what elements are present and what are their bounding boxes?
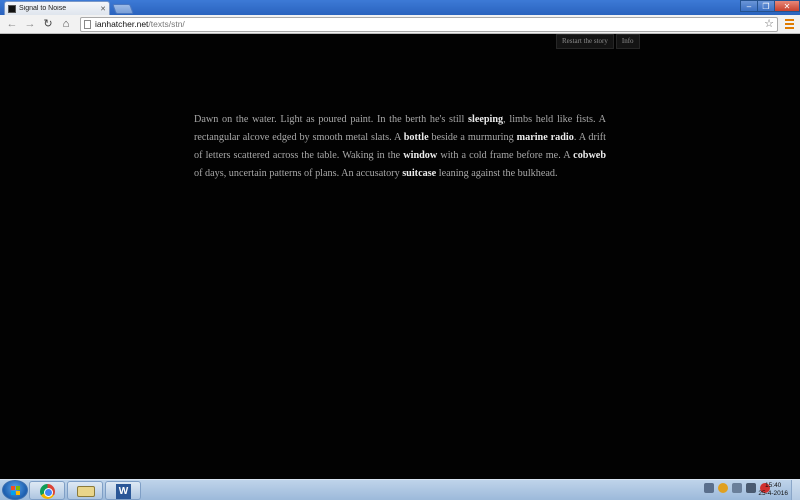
story-text-segment: of days, uncertain patterns of plans. An… (194, 168, 403, 179)
window-controls: – ❐ ✕ (740, 0, 800, 12)
url-host: ianhatcher.net (95, 19, 149, 29)
new-tab-button[interactable] (112, 4, 134, 14)
reload-icon[interactable]: ↻ (40, 16, 56, 32)
tray-update-icon[interactable] (718, 483, 728, 493)
story-controls: Restart the story Info (556, 34, 642, 49)
restart-story-button[interactable]: Restart the story (556, 34, 614, 49)
tab-close-icon[interactable]: ✕ (100, 5, 106, 13)
browser-toolbar: ← → ↻ ⌂ ianhatcher.net/texts/stn/ ☆ (0, 15, 800, 34)
tray-action-center-icon[interactable] (732, 483, 742, 493)
chrome-icon (40, 484, 55, 499)
keyword-bottle[interactable]: bottle (404, 132, 429, 143)
clock-time: 15:40 (765, 482, 782, 489)
keyword-suitcase[interactable]: suitcase (402, 168, 436, 179)
site-favicon-icon (8, 4, 16, 13)
story-text-segment: leaning against the bulkhead. (436, 168, 558, 179)
info-button[interactable]: Info (615, 34, 640, 49)
story-text-segment: beside a murmuring (428, 132, 517, 143)
keyword-marine-radio[interactable]: marine radio (517, 132, 574, 143)
url-text[interactable]: ianhatcher.net/texts/stn/ (95, 19, 764, 29)
page-icon (84, 19, 91, 29)
minimize-icon[interactable]: – (740, 0, 758, 12)
tray-shield-icon[interactable] (704, 483, 714, 493)
close-window-icon[interactable]: ✕ (774, 0, 800, 12)
home-icon[interactable]: ⌂ (58, 16, 74, 32)
taskbar-explorer-button[interactable] (67, 481, 103, 500)
word-icon: W (116, 484, 131, 499)
page-content: Restart the story Info Dawn on the water… (0, 34, 800, 479)
url-path: /texts/stn/ (148, 19, 185, 29)
taskbar: W 15:40 25-4-2016 (0, 479, 800, 500)
back-icon[interactable]: ← (4, 16, 20, 32)
address-bar[interactable]: ianhatcher.net/texts/stn/ ☆ (80, 16, 778, 32)
maximize-icon[interactable]: ❐ (757, 0, 775, 12)
taskbar-word-button[interactable]: W (105, 481, 141, 500)
chrome-menu-icon[interactable] (782, 17, 796, 31)
taskbar-clock[interactable]: 15:40 25-4-2016 (758, 482, 788, 498)
keyword-sleeping[interactable]: sleeping (468, 114, 503, 125)
forward-icon[interactable]: → (22, 16, 38, 32)
tab-title: Signal to Noise (19, 5, 67, 12)
story-passage: Dawn on the water. Light as poured paint… (194, 111, 606, 183)
keyword-cobweb[interactable]: cobweb (573, 150, 606, 161)
clock-date: 25-4-2016 (758, 490, 788, 497)
bookmark-star-icon[interactable]: ☆ (764, 18, 774, 31)
story-text-segment: with a cold frame before me. A (437, 150, 574, 161)
start-button[interactable] (2, 480, 28, 500)
show-desktop-button[interactable] (791, 480, 800, 500)
taskbar-chrome-button[interactable] (29, 481, 65, 500)
story-text-segment: Dawn on the water. Light as poured paint… (194, 114, 469, 125)
windows-logo-icon (11, 486, 21, 496)
tray-network-icon[interactable] (746, 483, 756, 493)
file-explorer-icon (77, 486, 95, 497)
browser-tab[interactable]: Signal to Noise ✕ (4, 1, 110, 15)
keyword-window[interactable]: window (403, 150, 437, 161)
browser-titlebar: Signal to Noise ✕ – ❐ ✕ (0, 0, 800, 15)
